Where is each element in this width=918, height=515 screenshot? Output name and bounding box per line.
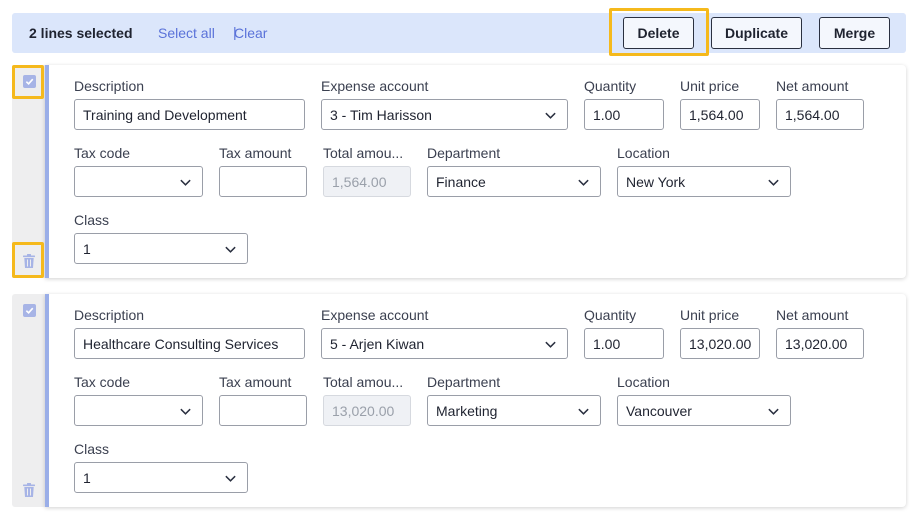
total-amount-input: 1,564.00 — [323, 166, 411, 197]
unit-price-label: Unit price — [680, 307, 740, 323]
select-all-link[interactable]: Select all — [158, 25, 215, 41]
location-value: Vancouver — [626, 402, 692, 419]
tax-amount-label: Tax amount — [219, 374, 292, 390]
line-rail — [12, 65, 45, 278]
selected-count: 2 lines selected — [29, 25, 133, 41]
quantity-label: Quantity — [584, 78, 637, 94]
quantity-input[interactable]: 1.00 — [584, 328, 664, 359]
chevron-down-icon — [225, 246, 236, 253]
expense-account-select[interactable]: 3 - Tim Harisson — [321, 99, 568, 130]
total-amount-label: Total amou... — [323, 374, 404, 390]
location-select[interactable]: New York — [617, 166, 791, 197]
net-amount-input[interactable]: 1,564.00 — [776, 99, 864, 130]
expense-line-card: Description Training and Development Exp… — [45, 65, 906, 278]
quantity-input[interactable]: 1.00 — [584, 99, 664, 130]
net-amount-input[interactable]: 13,020.00 — [776, 328, 864, 359]
chevron-down-icon — [578, 179, 589, 186]
unit-price-label: Unit price — [680, 78, 740, 94]
department-select[interactable]: Finance — [427, 166, 601, 197]
line-checkbox[interactable] — [23, 304, 36, 317]
department-value: Marketing — [436, 402, 498, 419]
department-label: Department — [427, 374, 501, 390]
expense-account-value: 3 - Tim Harisson — [330, 106, 432, 123]
merge-button[interactable]: Merge — [819, 17, 890, 49]
tax-amount-input[interactable] — [219, 166, 307, 197]
chevron-down-icon — [180, 408, 191, 415]
description-label: Description — [74, 78, 145, 94]
location-select[interactable]: Vancouver — [617, 395, 791, 426]
class-label: Class — [74, 212, 110, 228]
tax-code-label: Tax code — [74, 374, 131, 390]
trash-icon[interactable] — [21, 482, 37, 498]
class-select[interactable]: 1 — [74, 233, 248, 264]
class-value: 1 — [83, 240, 91, 257]
tax-amount-label: Tax amount — [219, 145, 292, 161]
description-input[interactable]: Training and Development — [74, 99, 305, 130]
department-value: Finance — [436, 173, 486, 190]
total-amount-input: 13,020.00 — [323, 395, 411, 426]
department-select[interactable]: Marketing — [427, 395, 601, 426]
tax-code-label: Tax code — [74, 145, 131, 161]
clear-link[interactable]: Clear — [234, 25, 267, 41]
tax-code-select[interactable] — [74, 395, 203, 426]
line-checkbox[interactable] — [23, 75, 36, 88]
location-label: Location — [617, 374, 670, 390]
chevron-down-icon — [545, 341, 556, 348]
tax-code-select[interactable] — [74, 166, 203, 197]
check-icon — [25, 307, 34, 315]
class-label: Class — [74, 441, 110, 457]
selection-toolbar: 2 lines selected Select all | Clear Dele… — [12, 13, 906, 53]
trash-icon[interactable] — [21, 253, 37, 269]
net-amount-label: Net amount — [776, 307, 849, 323]
chevron-down-icon — [578, 408, 589, 415]
department-label: Department — [427, 145, 501, 161]
description-input[interactable]: Healthcare Consulting Services — [74, 328, 305, 359]
class-value: 1 — [83, 469, 91, 486]
chevron-down-icon — [180, 179, 191, 186]
expense-account-label: Expense account — [321, 78, 429, 94]
description-label: Description — [74, 307, 145, 323]
expense-account-select[interactable]: 5 - Arjen Kiwan — [321, 328, 568, 359]
line-rail — [12, 294, 45, 507]
chevron-down-icon — [225, 475, 236, 482]
check-icon — [25, 78, 34, 86]
location-label: Location — [617, 145, 670, 161]
duplicate-button[interactable]: Duplicate — [711, 17, 802, 49]
class-select[interactable]: 1 — [74, 462, 248, 493]
chevron-down-icon — [768, 408, 779, 415]
expense-account-value: 5 - Arjen Kiwan — [330, 335, 425, 352]
net-amount-label: Net amount — [776, 78, 849, 94]
total-amount-label: Total amou... — [323, 145, 404, 161]
chevron-down-icon — [768, 179, 779, 186]
expense-account-label: Expense account — [321, 307, 429, 323]
chevron-down-icon — [545, 112, 556, 119]
tax-amount-input[interactable] — [219, 395, 307, 426]
location-value: New York — [626, 173, 686, 190]
unit-price-input[interactable]: 1,564.00 — [680, 99, 760, 130]
quantity-label: Quantity — [584, 307, 637, 323]
expense-line-card: Description Healthcare Consulting Servic… — [45, 294, 906, 507]
delete-button[interactable]: Delete — [623, 17, 694, 49]
unit-price-input[interactable]: 13,020.00 — [680, 328, 760, 359]
